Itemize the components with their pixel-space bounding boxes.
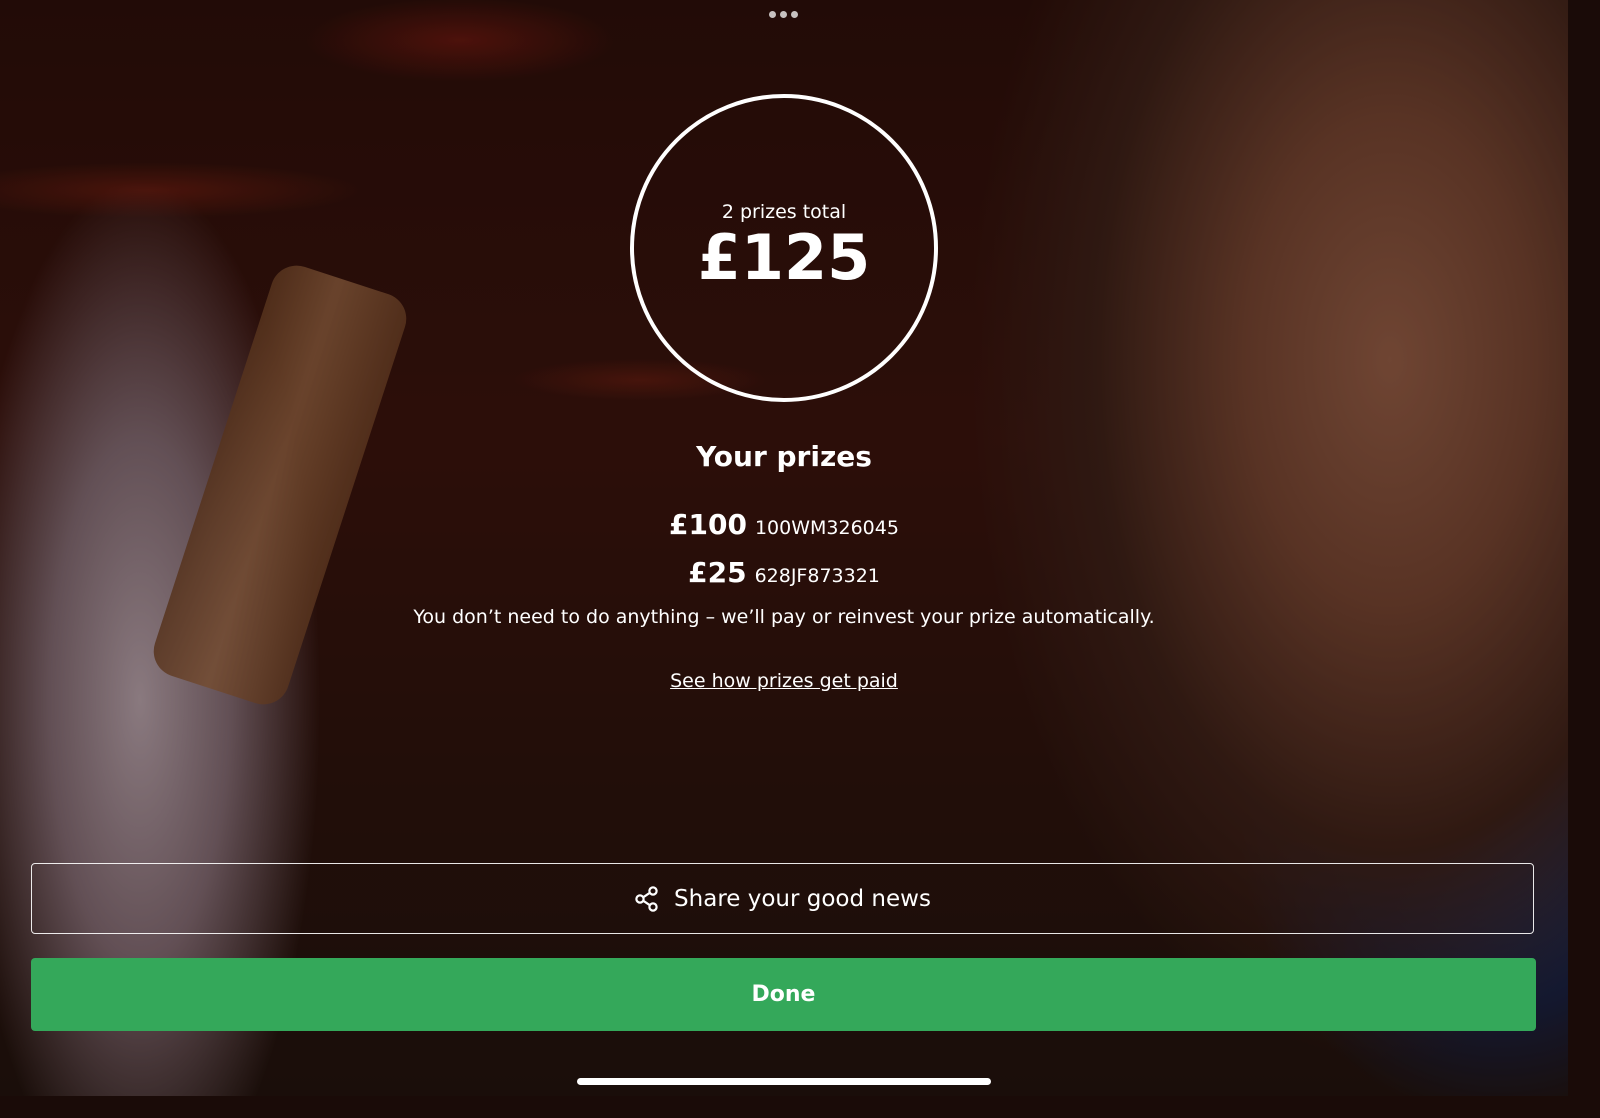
prize-amount: £25: [688, 556, 747, 589]
dot: [780, 11, 787, 18]
home-indicator[interactable]: [577, 1078, 991, 1085]
prize-row: £25 628JF873321: [0, 556, 1568, 589]
share-good-news-button[interactable]: Share your good news: [31, 863, 1534, 934]
prize-row: £100 100WM326045: [0, 508, 1568, 541]
bond-number: 628JF873321: [754, 565, 880, 587]
total-prize-count: 2 prizes total: [721, 201, 847, 224]
share-icon: [635, 885, 658, 912]
your-prizes-heading: Your prizes: [696, 440, 872, 473]
payment-info-text: You don’t need to do anything – we’ll pa…: [413, 606, 1155, 628]
dot: [791, 11, 798, 18]
total-prize-circle: 2 prizes total £125: [630, 94, 938, 402]
prize-amount: £100: [669, 508, 747, 541]
prize-celebration-screen: 2 prizes total £125 Your prizes £100 100W…: [0, 0, 1568, 1096]
see-how-prizes-paid-link[interactable]: See how prizes get paid: [670, 670, 898, 692]
see-how-prizes-paid-link-container: See how prizes get paid: [0, 670, 1568, 692]
total-prize-amount: £125: [697, 221, 871, 295]
share-button-label: Share your good news: [674, 885, 931, 912]
done-button[interactable]: Done: [31, 958, 1536, 1031]
bond-number: 100WM326045: [754, 517, 899, 539]
dot: [769, 11, 776, 18]
more-options-icon[interactable]: [769, 11, 798, 18]
